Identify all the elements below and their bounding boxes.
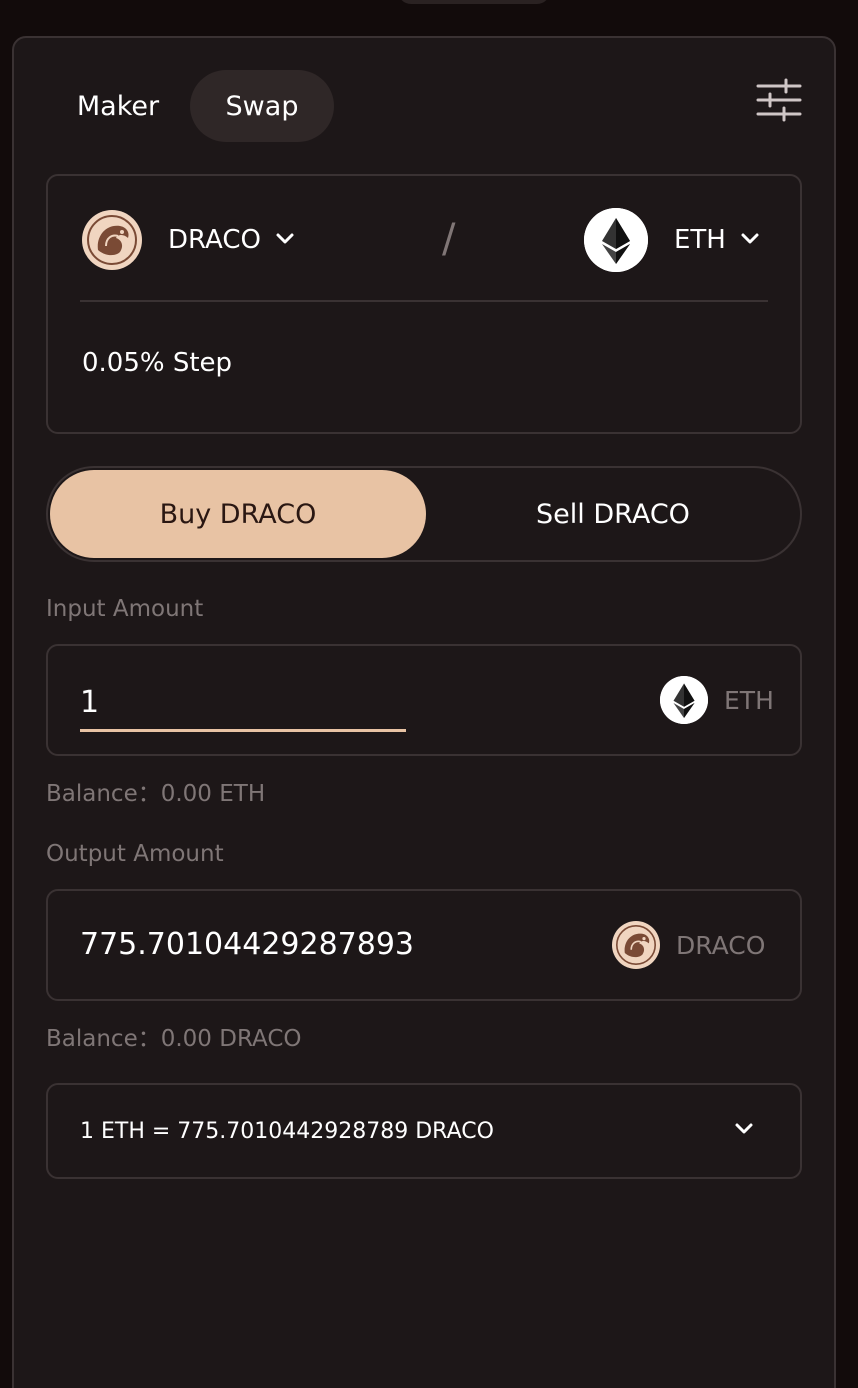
ethereum-logo-icon	[660, 676, 708, 724]
input-amount-box: ETH	[46, 644, 802, 756]
buy-button[interactable]: Buy DRACO	[50, 470, 426, 558]
step-value: 0.05% Step	[82, 348, 233, 378]
token-b-select[interactable]: ETH	[584, 208, 760, 272]
rate-row[interactable]: 1 ETH = 775.7010442928789 DRACO	[46, 1083, 802, 1179]
chevron-down-icon	[275, 231, 295, 250]
tab-swap[interactable]: Swap	[190, 70, 334, 142]
input-amount-field[interactable]	[80, 668, 406, 732]
sell-button[interactable]: Sell DRACO	[426, 470, 800, 558]
output-amount-value: 775.70104429287893	[80, 927, 415, 962]
buy-sell-toggle: Buy DRACO Sell DRACO	[46, 466, 802, 562]
ethereum-logo-icon	[584, 208, 648, 272]
input-unit-label: ETH	[724, 685, 774, 715]
chevron-down-icon	[740, 231, 760, 250]
pair-selector: DRACO / ETH 0.05% Step	[46, 174, 802, 434]
sliders-icon[interactable]	[754, 76, 804, 124]
pair-divider	[80, 300, 768, 302]
rate-text: 1 ETH = 775.7010442928789 DRACO	[80, 1119, 494, 1144]
token-a-label: DRACO	[168, 225, 261, 255]
chevron-down-icon	[734, 1121, 754, 1140]
input-balance: Balance：0.00 ETH	[46, 781, 266, 807]
output-amount-label: Output Amount	[46, 841, 224, 867]
output-amount-box: 775.70104429287893 DRACO	[46, 889, 802, 1001]
output-balance: Balance：0.00 DRACO	[46, 1026, 302, 1052]
output-unit: DRACO	[612, 921, 765, 969]
input-amount-label: Input Amount	[46, 596, 204, 622]
output-unit-label: DRACO	[676, 930, 766, 960]
dragon-logo-icon	[82, 210, 142, 270]
top-handle	[398, 0, 550, 4]
tab-maker[interactable]: Maker	[46, 70, 190, 142]
mode-tabs: Maker Swap	[46, 70, 334, 142]
input-unit: ETH	[660, 676, 774, 724]
dragon-logo-icon	[612, 921, 660, 969]
pair-separator: /	[442, 216, 456, 262]
token-b-label: ETH	[674, 225, 726, 255]
token-a-select[interactable]: DRACO	[82, 208, 295, 272]
